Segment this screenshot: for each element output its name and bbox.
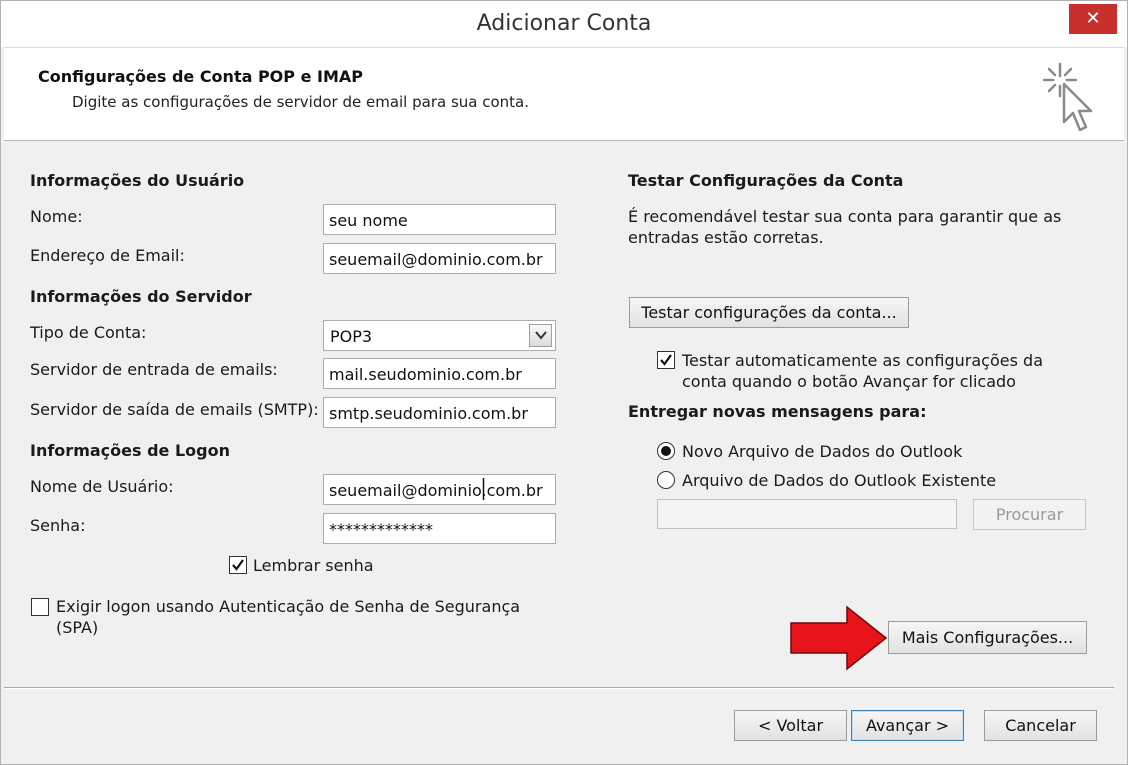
incoming-server-input[interactable]: mail.seudominio.com.br	[323, 358, 556, 389]
spa-checkbox[interactable]	[31, 598, 49, 616]
email-input[interactable]: seuemail@dominio.com.br	[323, 243, 556, 274]
cancel-button[interactable]: Cancelar	[984, 710, 1097, 741]
close-button[interactable]: ✕	[1069, 4, 1117, 34]
header-subtitle: Digite as configurações de servidor de e…	[72, 93, 530, 111]
test-description-line1: É recomendável testar sua conta para gar…	[628, 207, 1062, 226]
test-description-line2: entradas estão corretas.	[628, 228, 824, 247]
logon-info-section-title: Informações de Logon	[30, 441, 230, 460]
password-input[interactable]: *************	[323, 513, 556, 544]
name-label: Nome:	[30, 207, 83, 226]
checkmark-icon	[660, 354, 672, 366]
window-title: Adicionar Conta	[476, 11, 652, 36]
username-input[interactable]: seuemail@dominio.com.br	[323, 474, 556, 505]
footer-divider-highlight	[4, 688, 1114, 689]
dialog-header: Configurações de Conta POP e IMAP Digite…	[4, 47, 1124, 141]
header-title: Configurações de Conta POP e IMAP	[38, 67, 363, 86]
title-bar[interactable]: Adicionar Conta ✕	[1, 1, 1127, 47]
outgoing-server-label: Servidor de saída de emails (SMTP):	[30, 400, 319, 419]
spa-label-line1[interactable]: Exigir logon usando Autenticação de Senh…	[56, 597, 520, 616]
spa-label-line2[interactable]: (SPA)	[56, 618, 98, 637]
test-account-settings-button[interactable]: Testar configurações da conta...	[629, 297, 909, 328]
auto-test-checkbox[interactable]	[657, 351, 675, 369]
more-settings-button[interactable]: Mais Configurações...	[888, 621, 1087, 654]
red-arrow-icon	[790, 605, 888, 671]
checkmark-icon	[232, 559, 244, 571]
name-input[interactable]: seu nome	[323, 204, 556, 235]
account-type-select[interactable]: POP3	[323, 320, 556, 351]
incoming-server-label: Servidor de entrada de emails:	[30, 360, 278, 379]
existing-data-file-radio[interactable]	[657, 471, 675, 489]
password-label: Senha:	[30, 516, 86, 535]
auto-test-label-line1[interactable]: Testar automaticamente as configurações …	[682, 351, 1043, 370]
username-label: Nome de Usuário:	[30, 477, 174, 496]
new-data-file-label[interactable]: Novo Arquivo de Dados do Outlook	[682, 442, 962, 461]
remember-password-label[interactable]: Lembrar senha	[253, 556, 374, 575]
deliver-section-title: Entregar novas mensagens para:	[628, 402, 927, 421]
next-button[interactable]: Avançar >	[851, 710, 964, 741]
existing-data-file-label[interactable]: Arquivo de Dados do Outlook Existente	[682, 471, 996, 490]
text-cursor	[482, 478, 485, 500]
account-type-label: Tipo de Conta:	[30, 323, 147, 342]
add-account-dialog: Adicionar Conta ✕ Configurações de Conta…	[0, 0, 1128, 765]
click-cursor-icon	[1042, 62, 1093, 132]
account-type-value: POP3	[330, 327, 373, 346]
auto-test-label-line2[interactable]: conta quando o botão Avançar for clicado	[682, 372, 1016, 391]
test-section-title: Testar Configurações da Conta	[628, 171, 904, 190]
outgoing-server-input[interactable]: smtp.seudominio.com.br	[323, 397, 556, 428]
browse-button: Procurar	[973, 499, 1086, 530]
server-info-section-title: Informações do Servidor	[30, 287, 252, 306]
remember-password-checkbox[interactable]	[229, 556, 247, 574]
existing-file-path-input	[657, 499, 957, 529]
radio-selected-dot	[661, 446, 671, 456]
chevron-down-icon[interactable]	[529, 324, 552, 347]
new-data-file-radio[interactable]	[657, 442, 675, 460]
user-info-section-title: Informações do Usuário	[30, 171, 245, 190]
back-button[interactable]: < Voltar	[734, 710, 847, 741]
email-label: Endereço de Email:	[30, 246, 185, 265]
